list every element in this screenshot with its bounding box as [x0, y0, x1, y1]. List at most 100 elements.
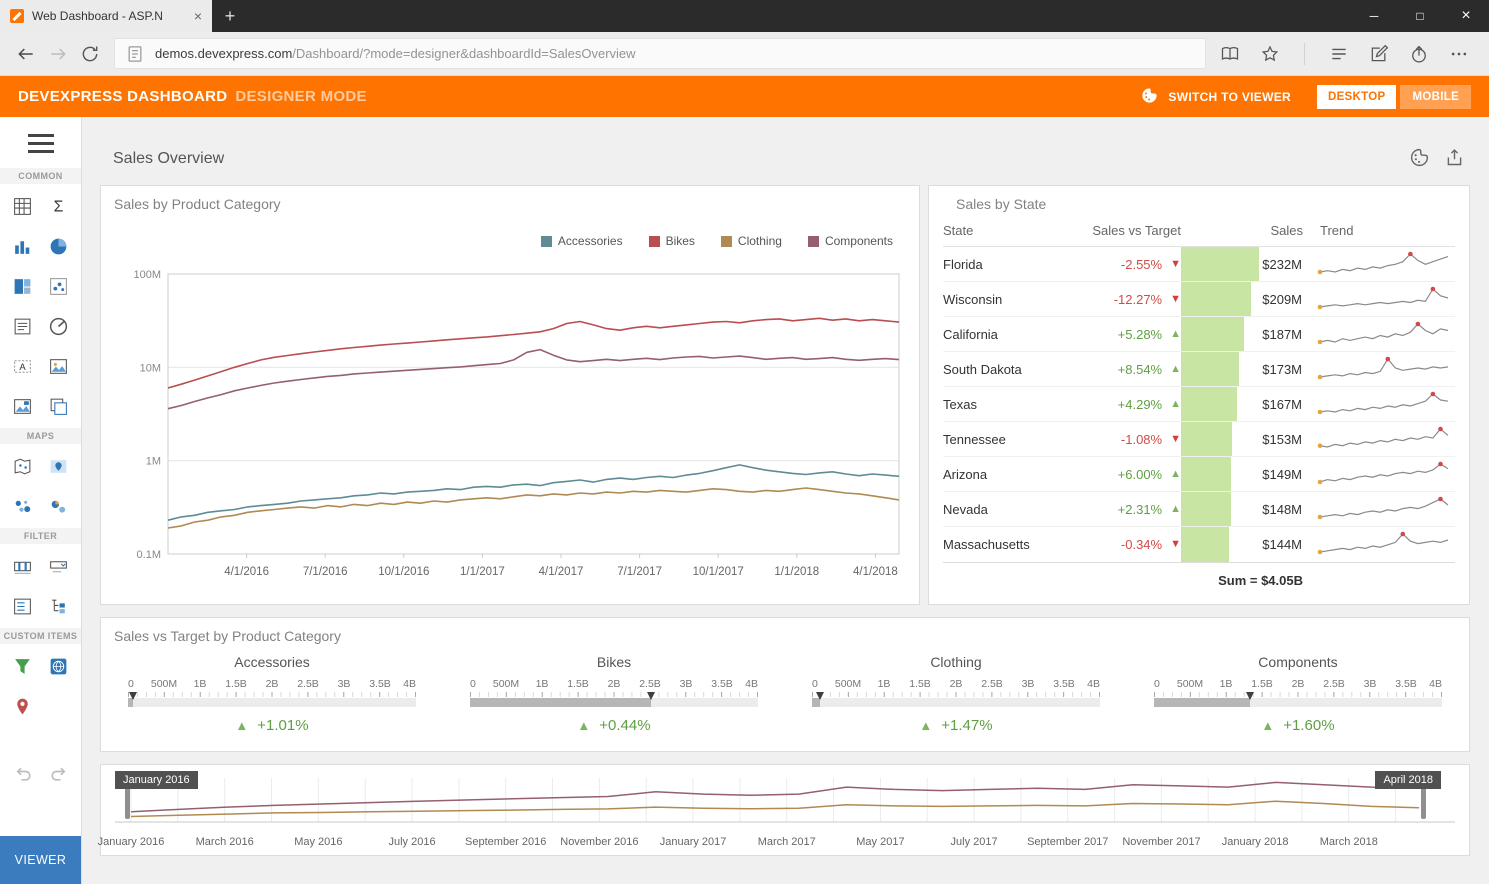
sales-bar [1181, 527, 1229, 562]
panel-title: Sales vs Target by Product Category [101, 618, 1469, 644]
toolbox-item-tree-view-icon[interactable] [41, 586, 78, 626]
state-row-arizona[interactable]: Arizona+6.00%▲$149M [943, 457, 1455, 492]
gauge-ruler [1154, 692, 1442, 697]
reading-view-button[interactable] [1214, 38, 1246, 70]
toolbox-item-scatter-chart-icon[interactable] [41, 266, 78, 306]
export-button[interactable] [1444, 147, 1465, 173]
delta-value: +6.00% [1118, 467, 1162, 482]
toolbox-item-text-label-icon[interactable]: A [4, 346, 41, 386]
delta-value: -0.34% [1121, 537, 1162, 552]
toolbox-item-range-filter-icon[interactable] [4, 546, 41, 586]
browser-tab[interactable]: Web Dashboard - ASP.N × [0, 0, 212, 32]
delta-value: -1.08% [1121, 432, 1162, 447]
new-tab-button[interactable]: + [212, 0, 248, 32]
undo-button[interactable] [14, 764, 34, 789]
state-row-nevada[interactable]: Nevada+2.31%▲$148M [943, 492, 1455, 527]
gauge-scale-label: 1.5B [1251, 678, 1273, 690]
toolbox-item-bound-image-icon[interactable] [4, 386, 41, 426]
toolbox-item-pivot-grid-icon[interactable] [4, 186, 41, 226]
trend-cell [1303, 354, 1455, 385]
redo-button[interactable] [48, 764, 68, 789]
sales-by-state-panel[interactable]: Sales by State State Sales vs Target Sal… [928, 185, 1470, 605]
state-row-massachusetts[interactable]: Massachusetts-0.34%▼$144M [943, 527, 1455, 562]
share-button[interactable] [1403, 38, 1435, 70]
desktop-button[interactable]: DESKTOP [1317, 85, 1396, 109]
state-row-tennessee[interactable]: Tennessee-1.08%▼$153M [943, 422, 1455, 457]
color-scheme-button[interactable] [1409, 147, 1430, 173]
state-row-texas[interactable]: Texas+4.29%▲$167M [943, 387, 1455, 422]
toolbox-item-text-box-icon[interactable] [4, 306, 41, 346]
minimize-button[interactable]: ─ [1351, 0, 1397, 32]
switch-to-viewer-label: SWITCH TO VIEWER [1168, 90, 1291, 104]
gauge-components[interactable]: Components0500M1B1.5B2B2.5B3B3.5B4B▲+1.6… [1127, 654, 1469, 734]
toolbox-item-combobox-icon[interactable] [41, 546, 78, 586]
legend-swatch-icon [721, 236, 732, 247]
state-row-wisconsin[interactable]: Wisconsin-12.27%▼$209M [943, 282, 1455, 317]
close-button[interactable]: × [1443, 0, 1489, 32]
toolbox-item-gauge-icon[interactable] [41, 306, 78, 346]
favorites-star-button[interactable] [1254, 38, 1286, 70]
toolbox-item-sum-grid-icon[interactable]: Σ [41, 186, 78, 226]
more-button[interactable] [1443, 38, 1475, 70]
panel-title: Sales by Product Category [101, 186, 919, 212]
toolbox-item-pie-map-icon[interactable] [41, 486, 78, 526]
state-name: Tennessee [943, 432, 1073, 447]
toolbox-grid [0, 444, 81, 528]
toolbox-item-list-box-icon[interactable] [4, 586, 41, 626]
maximize-button[interactable]: □ [1397, 0, 1443, 32]
sales-bar [1181, 387, 1237, 421]
toolbox-section-common: COMMON [0, 168, 81, 184]
range-axis-label: May 2016 [294, 836, 342, 848]
toolbox-item-online-map-icon[interactable] [41, 646, 78, 686]
gauge-clothing[interactable]: Clothing0500M1B1.5B2B2.5B3B3.5B4B▲+1.47% [785, 654, 1127, 734]
toolbox-item-card-icon[interactable] [41, 386, 78, 426]
toolbox-item-pie-chart-icon[interactable] [41, 226, 78, 266]
range-axis-labels: January 2016March 2016May 2016July 2016S… [113, 836, 1457, 851]
address-bar[interactable]: demos.devexpress.com/Dashboard/?mode=des… [114, 38, 1206, 69]
range-axis-label: May 2017 [856, 836, 904, 848]
hub-button[interactable] [1323, 38, 1355, 70]
svg-text:100M: 100M [133, 269, 161, 281]
gauge-bar [812, 698, 1100, 707]
up-triangle-icon: ▲ [1170, 329, 1181, 340]
range-selector-panel[interactable]: January 2016 April 2018 January 2016Marc… [100, 764, 1470, 856]
sparkline-chart [1316, 354, 1452, 382]
toolbox-item-treemap-icon[interactable] [4, 266, 41, 306]
mobile-button[interactable]: MOBILE [1400, 85, 1471, 109]
tab-close-icon[interactable]: × [190, 8, 206, 24]
legend-label: Components [825, 234, 893, 248]
url-path: /Dashboard/?mode=designer&dashboardId=Sa… [292, 46, 635, 61]
menu-icon[interactable] [28, 134, 54, 153]
toolbox-item-map-pin-icon[interactable] [4, 686, 41, 726]
svg-text:10/1/2016: 10/1/2016 [378, 566, 429, 578]
gauge-bikes[interactable]: Bikes0500M1B1.5B2B2.5B3B3.5B4B▲+0.44% [443, 654, 785, 734]
toolbox-item-image-icon[interactable] [41, 346, 78, 386]
forward-button[interactable] [42, 38, 74, 70]
state-row-florida[interactable]: Florida-2.55%▼$232M [943, 247, 1455, 282]
gauge-scale-label: 1.5B [567, 678, 589, 690]
state-row-california[interactable]: California+5.28%▲$187M [943, 317, 1455, 352]
toolbox-item-geo-point-map-icon[interactable] [41, 446, 78, 486]
switch-to-viewer-button[interactable]: SWITCH TO VIEWER [1140, 86, 1291, 108]
sales-by-category-panel[interactable]: Sales by Product Category AccessoriesBik… [100, 185, 920, 605]
sales-vs-target-panel[interactable]: Sales vs Target by Product Category Acce… [100, 617, 1470, 752]
back-button[interactable] [10, 38, 42, 70]
state-row-south-dakota[interactable]: South Dakota+8.54%▲$173M [943, 352, 1455, 387]
refresh-button[interactable] [74, 38, 106, 70]
toolbox-item-bar-chart-icon[interactable] [4, 226, 41, 266]
toolbox-item-choropleth-map-icon[interactable] [4, 446, 41, 486]
dashboard-appbar: DEVEXPRESS DASHBOARD DESIGNER MODE SWITC… [0, 76, 1489, 117]
panel-title: Sales by State [943, 186, 1455, 212]
range-chart[interactable] [113, 772, 1457, 830]
gauge-scale-label: 2.5B [639, 678, 661, 690]
toolbox-item-bubble-map-icon[interactable] [4, 486, 41, 526]
sales-by-category-chart: 100M10M1M0.1M4/1/20167/1/201610/1/20161/… [113, 252, 909, 584]
toolbox-item-funnel-icon[interactable] [4, 646, 41, 686]
svg-text:1M: 1M [146, 456, 161, 468]
toolbox-grid [0, 544, 81, 628]
dashboard-surface: Sales Overview Sales by Product Category… [82, 117, 1489, 884]
web-note-button[interactable] [1363, 38, 1395, 70]
viewer-button[interactable]: VIEWER [0, 836, 81, 884]
gauge-ruler [470, 692, 758, 697]
gauge-accessories[interactable]: Accessories0500M1B1.5B2B2.5B3B3.5B4B▲+1.… [101, 654, 443, 734]
